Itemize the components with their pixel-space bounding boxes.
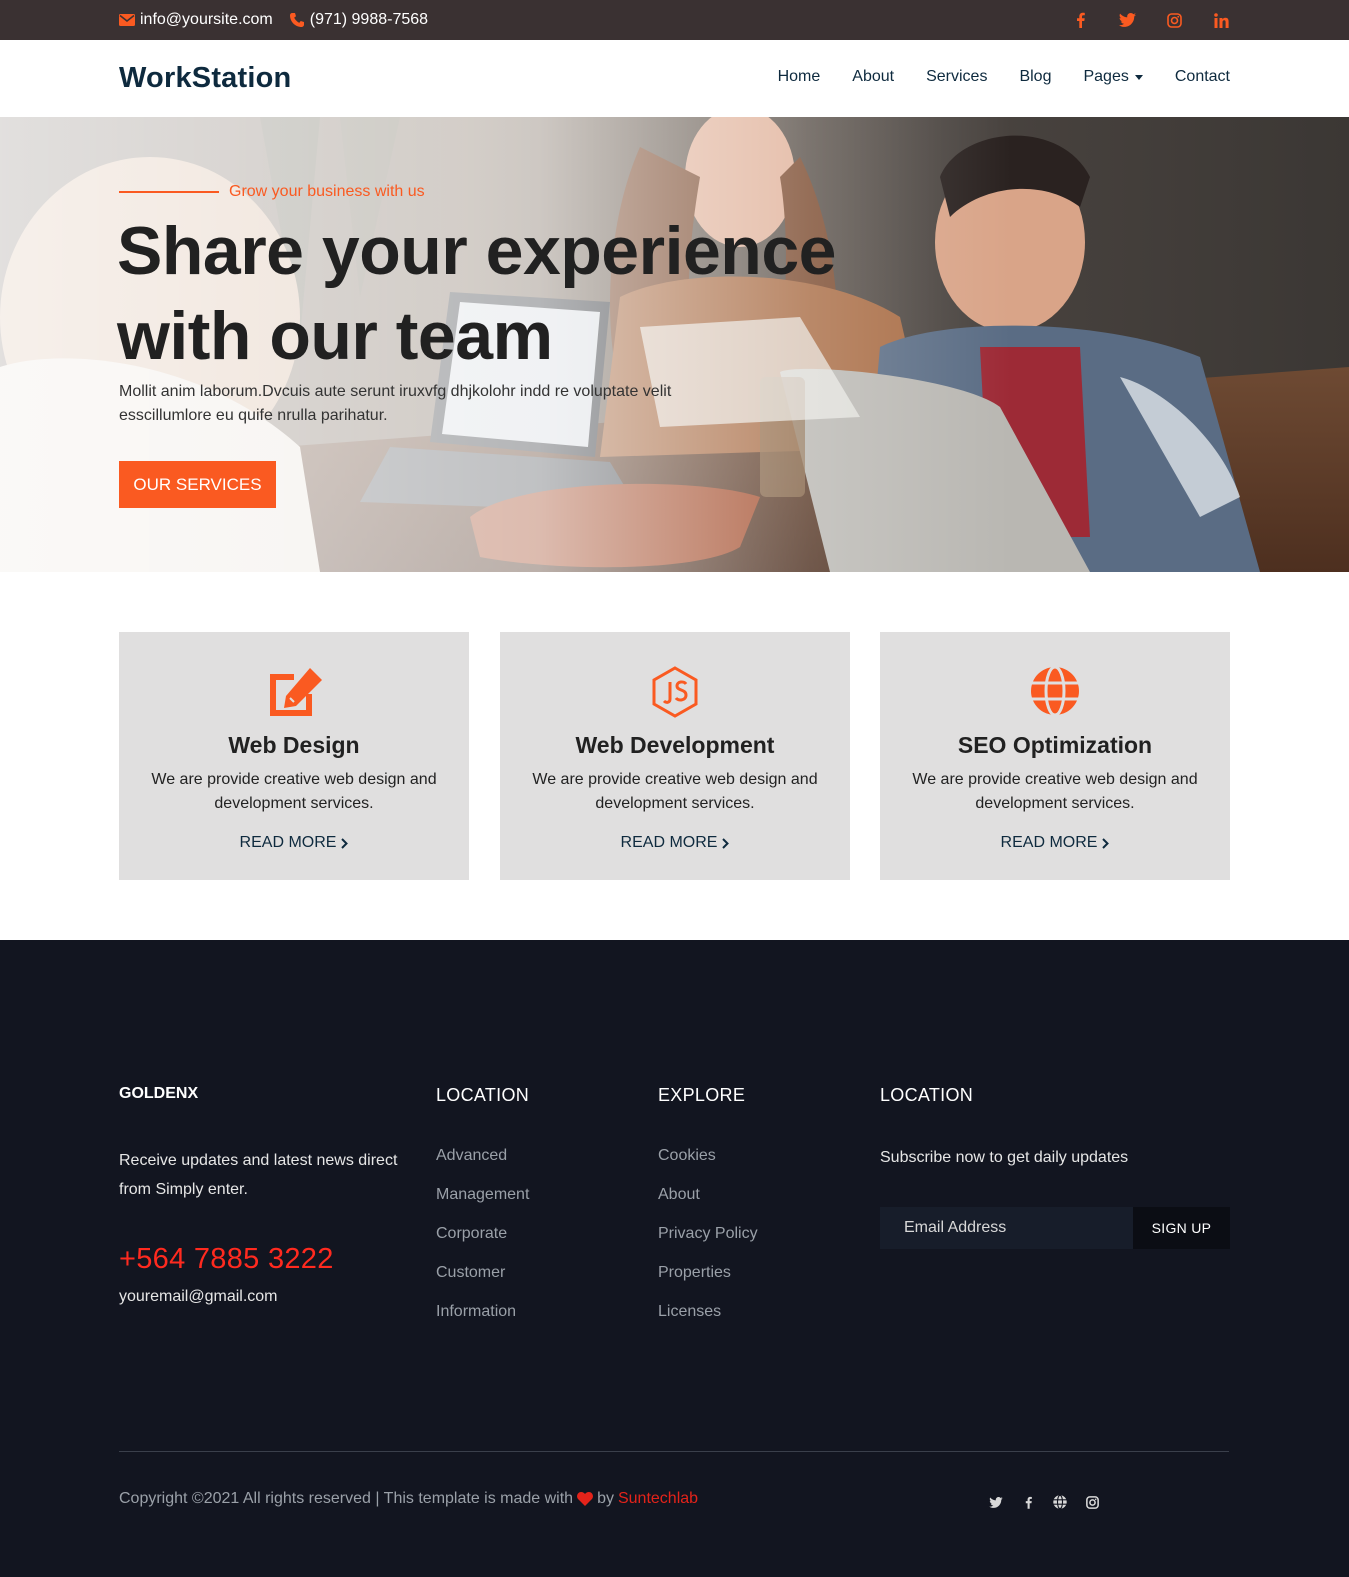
feature-card-seo-optimization: SEO Optimization We are provide creative… (880, 632, 1230, 880)
facebook-icon[interactable] (1071, 12, 1089, 28)
read-more-label: READ MORE (239, 834, 337, 851)
copyright: Copyright ©2021 All rights reserved | Th… (119, 1490, 698, 1508)
kicker-line (119, 191, 219, 193)
hero-section: Grow your business with us Share your ex… (0, 117, 1349, 572)
copyright-by: by (597, 1490, 614, 1507)
feature-description: We are provide creative web design and d… (912, 771, 1198, 812)
hero-kicker: Grow your business with us (119, 183, 425, 201)
footer-link[interactable]: Properties (658, 1263, 758, 1302)
footer-col-about: GOLDENX Receive updates and latest news … (119, 1085, 399, 1306)
read-more-label: READ MORE (620, 834, 718, 851)
copyright-text: Copyright ©2021 All rights reserved | Th… (119, 1490, 574, 1507)
nav-contact[interactable]: Contact (1175, 68, 1230, 86)
email-address-input[interactable]: Email Address (880, 1207, 1133, 1249)
read-more-link[interactable]: READ MORE (880, 834, 1230, 852)
read-more-link[interactable]: READ MORE (500, 834, 850, 852)
nav-pages-label: Pages (1083, 68, 1129, 85)
brand-logo[interactable]: WorkStation (119, 62, 291, 95)
read-more-link[interactable]: READ MORE (119, 834, 469, 852)
footer-col-location: LOCATION Advanced Management Corporate C… (436, 1085, 529, 1341)
feature-title: Web Design (228, 732, 360, 758)
nav-services[interactable]: Services (926, 68, 987, 86)
top-social (1071, 0, 1230, 40)
twitter-icon[interactable] (989, 1496, 1003, 1508)
twitter-icon[interactable] (1118, 13, 1136, 27)
top-email-link[interactable]: info@yoursite.com (119, 11, 273, 29)
feature-card-web-development: Web Development We are provide creative … (500, 632, 850, 880)
footer-link[interactable]: Management (436, 1185, 529, 1224)
footer-link[interactable]: Licenses (658, 1302, 758, 1341)
nav-pages-dropdown[interactable]: Pages (1083, 68, 1143, 86)
top-phone-text: (971) 9988-7568 (309, 11, 429, 28)
linkedin-icon[interactable] (1212, 12, 1230, 28)
sign-up-button[interactable]: SIGN UP (1133, 1207, 1230, 1249)
our-services-button[interactable]: OUR SERVICES (119, 461, 276, 508)
footer-link[interactable]: Cookies (658, 1146, 758, 1185)
footer-heading: GOLDENX (119, 1085, 199, 1102)
envelope-icon (119, 14, 135, 26)
top-contact: info@yoursite.com (971) 9988-7568 (119, 0, 444, 40)
newsletter-form: Email Address SIGN UP (880, 1207, 1230, 1249)
phone-icon (289, 13, 304, 27)
edit-icon (270, 668, 322, 716)
footer-phone[interactable]: +564 7885 3222 (119, 1243, 399, 1276)
globe-icon[interactable] (1053, 1495, 1067, 1509)
footer-heading: LOCATION (880, 1085, 974, 1105)
footer-link[interactable]: Customer (436, 1263, 529, 1302)
nav-home[interactable]: Home (778, 68, 821, 86)
read-more-label: READ MORE (1000, 834, 1098, 851)
footer-link[interactable]: Advanced (436, 1146, 529, 1185)
footer-link[interactable]: Corporate (436, 1224, 529, 1263)
footer-email[interactable]: youremail@gmail.com (119, 1288, 399, 1306)
nav-about[interactable]: About (852, 68, 894, 86)
chevron-right-icon (722, 837, 730, 849)
nav-blog[interactable]: Blog (1019, 68, 1051, 86)
hero-title-line2: with our team (117, 298, 553, 374)
feature-title: Web Development (575, 732, 775, 758)
hero-title-line1: Share your experience (117, 213, 836, 289)
footer-social (989, 1495, 1099, 1509)
footer-links: Cookies About Privacy Policy Properties … (658, 1146, 758, 1341)
suntechlab-link[interactable]: Suntechlab (618, 1490, 698, 1508)
footer-subscribe-text: Subscribe now to get daily updates (880, 1149, 1129, 1166)
footer-divider (119, 1451, 1229, 1452)
footer-heading: LOCATION (436, 1085, 530, 1105)
top-phone-link[interactable]: (971) 9988-7568 (289, 11, 428, 29)
main-menu: Home About Services Blog Pages Contact (778, 68, 1230, 86)
heart-icon (577, 1492, 594, 1506)
chevron-right-icon (1102, 837, 1110, 849)
footer-heading: EXPLORE (658, 1085, 746, 1105)
feature-card-web-design: Web Design We are provide creative web d… (119, 632, 469, 880)
caret-down-icon (1134, 74, 1143, 80)
main-navbar: WorkStation Home About Services Blog Pag… (0, 40, 1349, 117)
facebook-icon[interactable] (1021, 1496, 1035, 1509)
feature-description: We are provide creative web design and d… (151, 771, 437, 812)
hero-title: Share your experience with our team (117, 209, 877, 379)
footer-col-subscribe: LOCATION Subscribe now to get daily upda… (880, 1085, 1230, 1249)
feature-description: We are provide creative web design and d… (532, 771, 818, 812)
top-email-text: info@yoursite.com (140, 11, 273, 28)
instagram-icon[interactable] (1165, 12, 1183, 28)
instagram-icon[interactable] (1085, 1495, 1099, 1509)
footer-col-explore: EXPLORE Cookies About Privacy Policy Pro… (658, 1085, 758, 1341)
footer-link[interactable]: Information (436, 1302, 529, 1341)
feature-title: SEO Optimization (957, 732, 1153, 758)
site-footer: GOLDENX Receive updates and latest news … (0, 940, 1349, 1577)
top-bar: info@yoursite.com (971) 9988-7568 (0, 0, 1349, 40)
hero-description: Mollit anim laborum.Dvcuis aute serunt i… (119, 383, 672, 424)
chevron-right-icon (341, 837, 349, 849)
footer-link[interactable]: About (658, 1185, 758, 1224)
footer-links: Advanced Management Corporate Customer I… (436, 1146, 529, 1341)
hero-kicker-text: Grow your business with us (229, 183, 425, 200)
nodejs-icon (652, 666, 698, 718)
globe-icon (1031, 666, 1079, 716)
footer-link[interactable]: Privacy Policy (658, 1224, 758, 1263)
footer-about-text: Receive updates and latest news direct f… (119, 1152, 398, 1198)
